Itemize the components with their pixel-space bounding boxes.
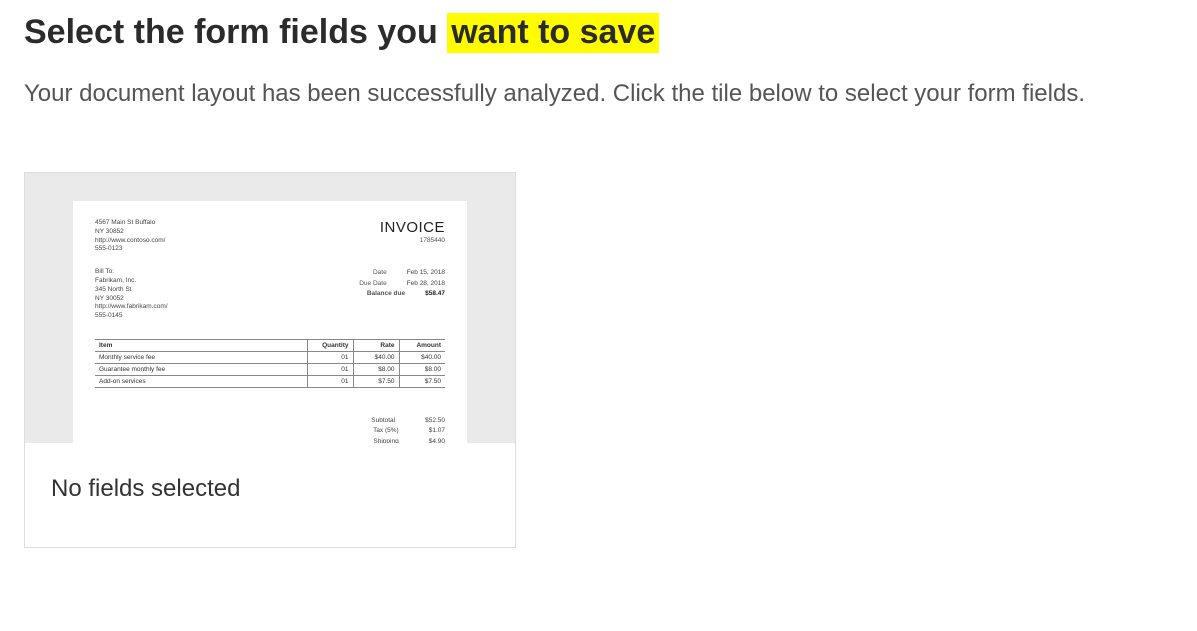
bill-to-line: http://www.fabrikam.com/ [95,303,168,312]
from-line: 555-0123 [95,245,165,254]
totals-block: Subtotal $52.50 Tax (5%) $1.07 Shipping … [95,416,445,443]
col-item: Item [95,339,307,351]
meta-value: Feb 15, 2018 [407,268,445,278]
cell: $40.00 [399,351,445,363]
cell: $8.00 [399,363,445,375]
cell: $8.00 [353,363,399,375]
meta-label: Balance due [367,289,405,299]
page-title-highlight: want to save [447,13,659,53]
form-fields-tile[interactable]: 4567 Main St Buffalo NY 30852 http://www… [24,172,516,548]
col-amount: Amount [399,339,445,351]
from-address: 4567 Main St Buffalo NY 30852 http://www… [95,219,165,254]
cell: Monthly service fee [95,351,307,363]
from-line: 4567 Main St Buffalo [95,219,165,228]
bill-to-line: 345 North St [95,286,168,295]
totals-label: Shipping [373,437,398,444]
cell: 01 [307,375,353,387]
cell: Guarantee monthly fee [95,363,307,375]
meta-value: Feb 28, 2018 [407,279,445,289]
totals-value: $1.07 [429,426,445,436]
bill-to-block: Bill To: Fabrikam, Inc. 345 North St NY … [95,268,168,321]
page-subtitle: Your document layout has been successful… [24,76,1173,112]
document-preview: 4567 Main St Buffalo NY 30852 http://www… [25,173,515,443]
tile-caption: No fields selected [25,443,515,547]
meta-value: $58.47 [425,289,445,299]
col-qty: Quantity [307,339,353,351]
totals-label: Subtotal [371,416,395,426]
bill-to-line: 555-0145 [95,312,168,321]
table-row: Monthly service fee 01 $40.00 $40.00 [95,351,445,363]
cell: 01 [307,351,353,363]
totals-value: $52.50 [425,416,445,426]
from-line: NY 30852 [95,228,165,237]
table-header-row: Item Quantity Rate Amount [95,339,445,351]
meta-label: Date [373,268,387,278]
bill-to-line: Fabrikam, Inc. [95,277,168,286]
cell: $7.50 [399,375,445,387]
cell: $40.00 [353,351,399,363]
page-title-plain: Select the form fields you [24,13,447,51]
invoice-title: INVOICE [380,219,445,236]
from-line: http://www.contoso.com/ [95,237,165,246]
table-row: Guarantee monthly fee 01 $8.00 $8.00 [95,363,445,375]
page-title: Select the form fields you want to save [24,10,1173,54]
invoice-heading: INVOICE 1785440 [380,219,445,254]
cell: Add-on services [95,375,307,387]
bill-to-heading: Bill To: [95,268,168,277]
col-rate: Rate [353,339,399,351]
invoice-meta: Date Feb 15, 2018 Due Date Feb 28, 2018 … [359,268,445,321]
table-row: Add-on services 01 $7.50 $7.50 [95,375,445,387]
invoice-number: 1785440 [380,237,445,244]
invoice-document: 4567 Main St Buffalo NY 30852 http://www… [73,201,467,443]
bill-to-line: NY 30052 [95,295,168,304]
line-items-table: Item Quantity Rate Amount Monthly servic… [95,339,445,388]
meta-label: Due Date [359,279,386,289]
totals-value: $4.90 [429,437,445,444]
totals-label: Tax (5%) [373,426,399,436]
cell: $7.50 [353,375,399,387]
cell: 01 [307,363,353,375]
